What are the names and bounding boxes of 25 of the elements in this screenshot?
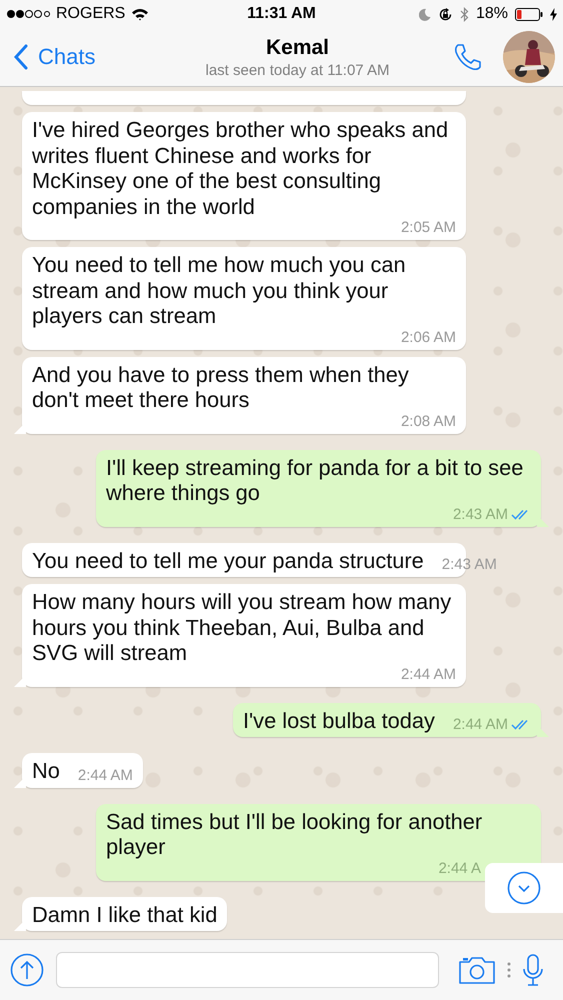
last-seen-text: last seen today at 11:07 AM <box>205 62 390 78</box>
message-text: And you have to press them when they don't meet there hours <box>32 362 410 412</box>
message-text: How many hours will you stream how many hours you think Theeban, Aui, Bulba and SVG will stream <box>32 589 452 666</box>
message-text: No <box>32 758 60 784</box>
message-time: 2:43 AM <box>442 556 497 573</box>
battery-percent: 18% <box>476 5 508 23</box>
message-time: 2:44 AM <box>452 716 508 733</box>
message-time: 2:44 AM <box>400 666 456 682</box>
message-text: I'll keep streaming for panda for a bit to see where things go <box>106 454 524 506</box>
message-text: Damn I like that kid <box>32 902 218 927</box>
message-text: I've hired Georges brother who speaks and writes fluent Chinese and works for McKinsey one of the best consulting companies in the world <box>32 117 450 219</box>
message-time: 2:44 AM <box>78 766 133 784</box>
message-time: 2:44 A <box>438 860 481 876</box>
message-text: I've lost bulba today <box>242 708 435 733</box>
message-time: 2:06 AM <box>400 328 456 346</box>
message-text: You need to tell me your panda structure <box>32 548 424 573</box>
carrier-name: ROGERS <box>56 5 126 23</box>
status-time: 11:31 AM <box>247 5 316 23</box>
message-time: 2:08 AM <box>400 412 456 430</box>
contact-name[interactable]: Kemal <box>266 36 330 60</box>
message-text: Sad times but I'll be looking for another player <box>106 808 484 860</box>
back-button[interactable]: Chats <box>14 44 164 70</box>
message-time: 2:43 AM <box>452 506 508 522</box>
message-text: You need to tell me how much you can stream and how much you think your players can stream <box>32 252 407 328</box>
message-time: 2:05 AM <box>400 219 456 236</box>
